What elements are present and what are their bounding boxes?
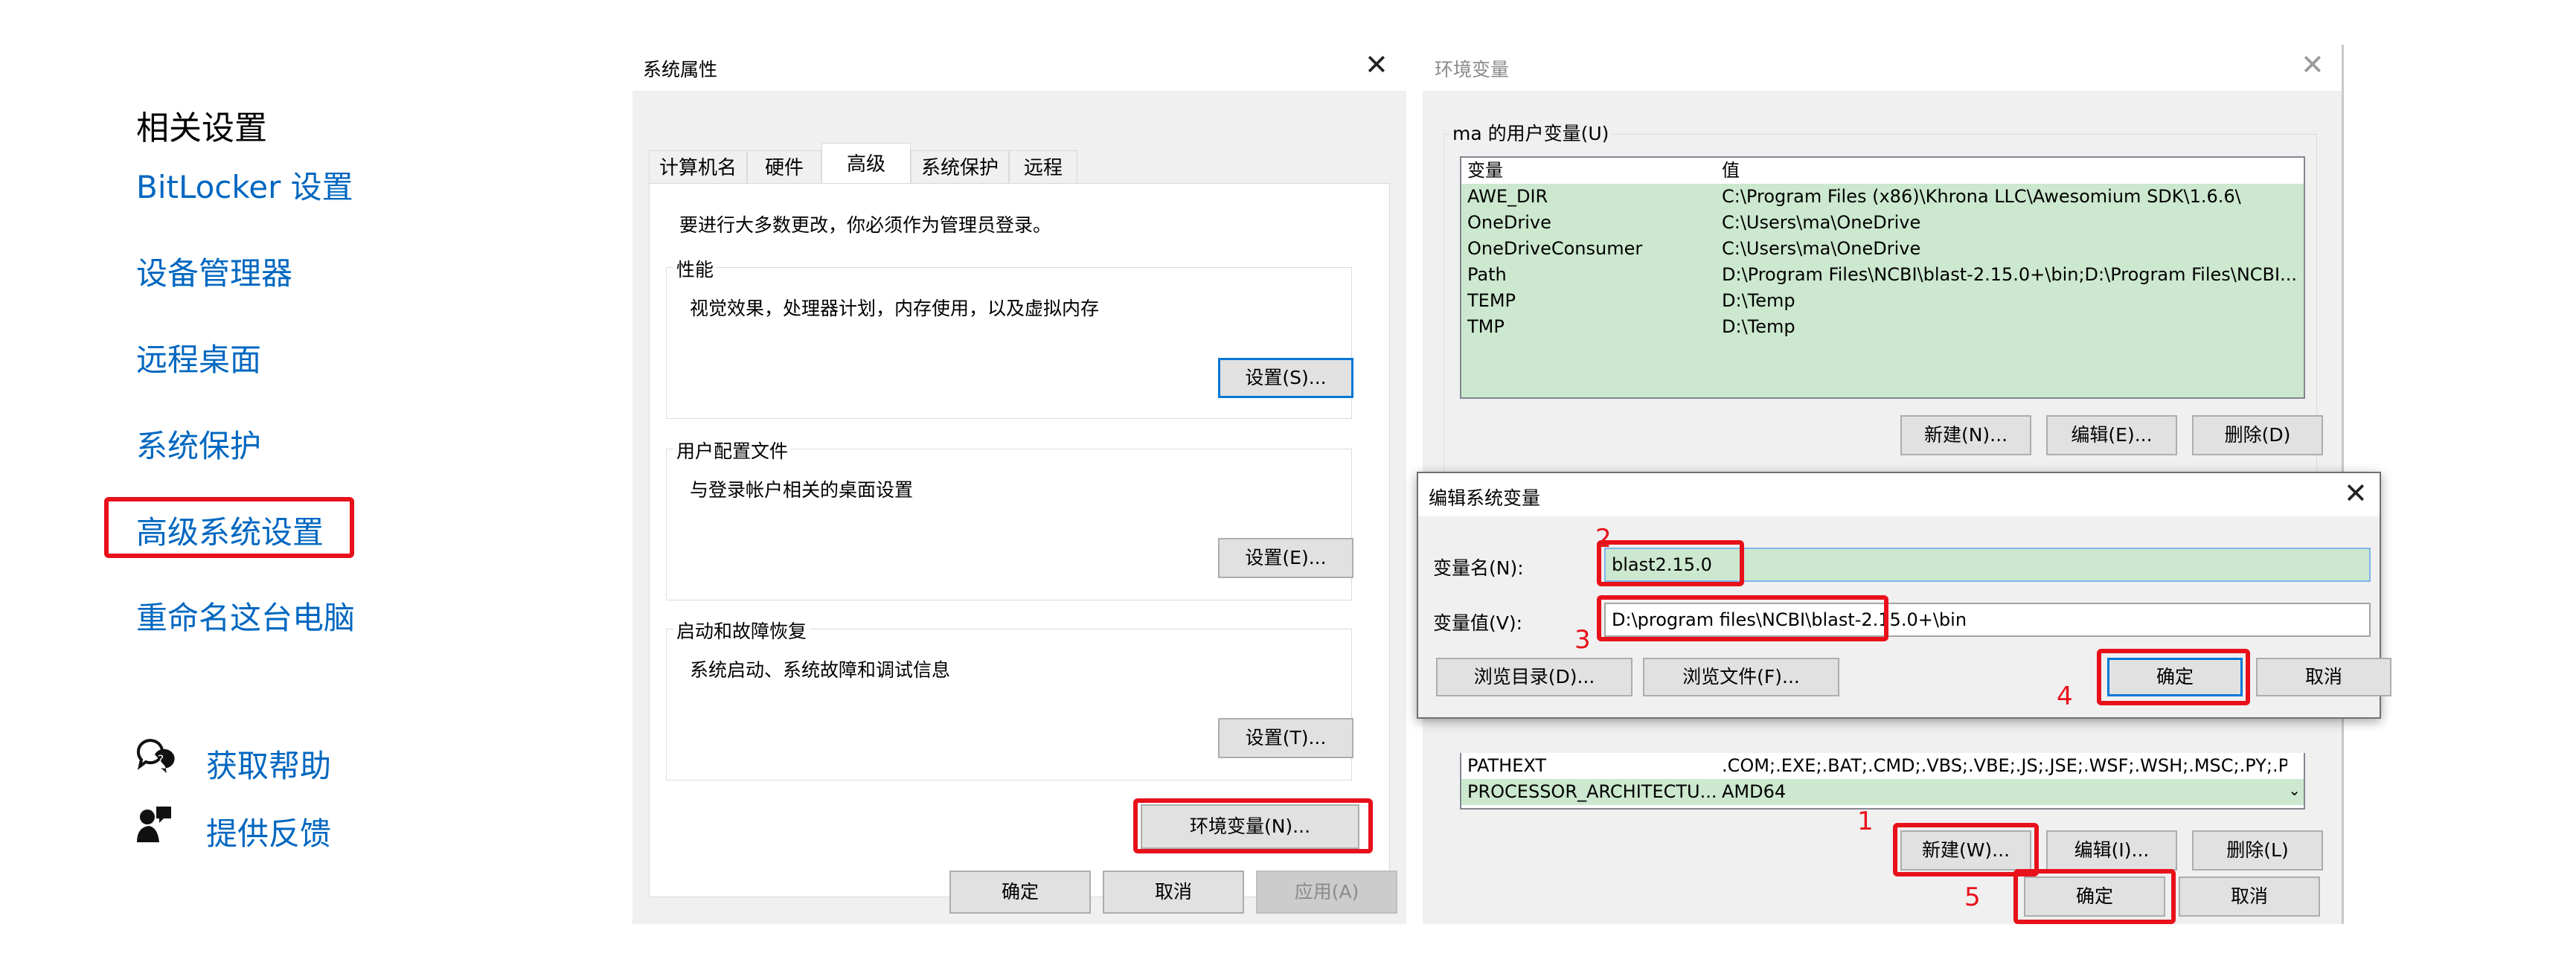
user-vars-list[interactable]: 变量 值 AWE_DIR C:\Program Files (x86)\Khro… (1460, 156, 2305, 399)
list-item[interactable]: PATHEXT .COM;.EXE;.BAT;.CMD;.VBS;.VBE;.J… (1461, 753, 2304, 779)
user-profiles-settings-button[interactable]: 设置(E)... (1218, 538, 1353, 578)
column-header-value[interactable]: 值 (1722, 158, 1740, 184)
highlight-box-name (1597, 540, 1744, 586)
user-profiles-label: 用户配置文件 (673, 437, 792, 464)
bitlocker-settings-link[interactable]: BitLocker 设置 (136, 162, 353, 208)
var-name: OneDriveConsumer (1467, 238, 1643, 259)
system-protection-link[interactable]: 系统保护 (136, 421, 261, 467)
system-properties-title: 系统属性 (643, 59, 718, 80)
var-name: PATHEXT (1467, 755, 1547, 776)
browse-file-button[interactable]: 浏览文件(F)... (1643, 658, 1839, 696)
step-number-4: 4 (2057, 682, 2073, 711)
user-profiles-desc: 与登录帐户相关的桌面设置 (690, 479, 914, 501)
advanced-tab-panel: 要进行大多数更改，你必须作为管理员登录。 性能 视觉效果，处理器计划，内存使用，… (649, 183, 1390, 897)
system-delete-button[interactable]: 删除(L) (2192, 830, 2323, 871)
system-edit-button[interactable]: 编辑(I)... (2046, 830, 2177, 871)
remote-desktop-link[interactable]: 远程桌面 (136, 335, 261, 380)
tab-remote[interactable]: 远程 (1009, 150, 1077, 185)
variable-name-label: 变量名(N): (1433, 557, 1524, 579)
var-name: PROCESSOR_ARCHITECTU... (1467, 781, 1717, 802)
svg-text:?: ? (158, 752, 164, 766)
edit-cancel-button[interactable]: 取消 (2256, 658, 2391, 696)
var-value: C:\Program Files (x86)\Khrona LLC\Awesom… (1722, 186, 2241, 207)
close-icon[interactable]: ✕ (1365, 51, 1388, 79)
system-vars-list[interactable]: PATHEXT .COM;.EXE;.BAT;.CMD;.VBS;.VBE;.J… (1460, 753, 2305, 810)
user-edit-button[interactable]: 编辑(E)... (2046, 415, 2177, 455)
env-dialog-title: 环境变量 (1435, 59, 1510, 80)
highlight-box-value (1597, 595, 1888, 641)
list-item[interactable]: TMP D:\Temp (1461, 314, 2304, 340)
device-manager-link[interactable]: 设备管理器 (136, 249, 292, 294)
edit-dialog-title: 编辑系统变量 (1429, 487, 1541, 509)
system-properties-dialog: 系统属性 ✕ 计算机名 硬件 高级 系统保护 远程 要进行大多数更改，你必须作为… (632, 45, 1406, 924)
step-number-3: 3 (1574, 625, 1591, 655)
var-value: C:\Users\ma\OneDrive (1722, 212, 1921, 233)
apply-button[interactable]: 应用(A) (1256, 871, 1397, 914)
highlight-box-env-vars (1133, 798, 1373, 853)
var-value: D:\Temp (1722, 316, 1795, 337)
list-item[interactable]: Path D:\Program Files\NCBI\blast-2.15.0+… (1461, 262, 2304, 288)
highlight-box-env-ok (2013, 869, 2176, 924)
var-name: AWE_DIR (1467, 186, 1548, 207)
var-name: TMP (1467, 316, 1505, 337)
step-number-2: 2 (1595, 524, 1612, 554)
tab-hardware[interactable]: 硬件 (747, 150, 821, 185)
related-settings-heading: 相关设置 (136, 109, 267, 147)
close-icon[interactable]: ✕ (2344, 479, 2368, 507)
var-value: .COM;.EXE;.BAT;.CMD;.VBS;.VBE;.JS;.JSE;.… (1722, 755, 2287, 776)
var-value: AMD64 (1722, 781, 1787, 802)
startup-recovery-desc: 系统启动、系统故障和调试信息 (690, 659, 951, 681)
column-header-variable[interactable]: 变量 (1467, 158, 1503, 184)
var-name: OneDrive (1467, 212, 1551, 233)
var-value: C:\Users\ma\OneDrive (1722, 238, 1921, 259)
list-item[interactable]: AWE_DIR C:\Program Files (x86)\Khrona LL… (1461, 184, 2304, 210)
var-name: TEMP (1467, 290, 1516, 311)
user-new-button[interactable]: 新建(N)... (1900, 415, 2031, 455)
user-delete-button[interactable]: 删除(D) (2192, 415, 2323, 455)
tab-system-protection[interactable]: 系统保护 (911, 150, 1009, 185)
variable-value-label: 变量值(V): (1433, 612, 1523, 634)
highlight-box-edit-ok (2097, 649, 2250, 705)
performance-desc: 视觉效果，处理器计划，内存使用，以及虚拟内存 (690, 298, 1100, 319)
startup-settings-button[interactable]: 设置(T)... (1218, 718, 1353, 758)
step-number-1: 1 (1857, 807, 1874, 836)
performance-settings-button[interactable]: 设置(S)... (1218, 358, 1353, 398)
var-name: Path (1467, 264, 1507, 285)
edit-dialog-titlebar (1418, 473, 2380, 516)
rename-pc-link[interactable]: 重命名这台电脑 (136, 593, 355, 638)
help-icon: ? (134, 737, 176, 775)
chevron-down-icon[interactable]: ⌄ (2288, 781, 2301, 799)
list-item[interactable]: PROCESSOR_ARCHITECTU... AMD64 (1461, 779, 2304, 805)
var-value: D:\Temp (1722, 290, 1795, 311)
advanced-system-settings-link[interactable]: 高级系统设置 (136, 507, 324, 553)
ok-button[interactable]: 确定 (949, 871, 1091, 914)
var-value: D:\Program Files\NCBI\blast-2.15.0+\bin;… (1722, 264, 2297, 285)
close-icon[interactable]: ✕ (2301, 51, 2325, 79)
step-number-5: 5 (1964, 882, 1981, 912)
startup-recovery-label: 启动和故障恢复 (673, 617, 810, 644)
tab-advanced[interactable]: 高级 (821, 143, 911, 185)
feedback-icon (135, 805, 173, 844)
list-item[interactable]: OneDrive C:\Users\ma\OneDrive (1461, 210, 2304, 236)
admin-note: 要进行大多数更改，你必须作为管理员登录。 (679, 214, 1052, 236)
list-item[interactable]: TEMP D:\Temp (1461, 288, 2304, 314)
give-feedback-link[interactable]: 提供反馈 (206, 809, 331, 854)
edit-system-variable-dialog: 编辑系统变量 ✕ 变量名(N): blast2.15.0 变量值(V): D:\… (1417, 472, 2391, 719)
tab-computer-name[interactable]: 计算机名 (649, 150, 747, 185)
list-item[interactable]: OneDriveConsumer C:\Users\ma\OneDrive (1461, 236, 2304, 262)
performance-label: 性能 (673, 255, 717, 282)
list-header: 变量 值 (1461, 158, 2304, 184)
browse-directory-button[interactable]: 浏览目录(D)... (1436, 658, 1633, 696)
system-properties-body: 计算机名 硬件 高级 系统保护 远程 要进行大多数更改，你必须作为管理员登录。 … (632, 91, 1406, 924)
env-cancel-button[interactable]: 取消 (2179, 876, 2320, 917)
user-vars-label: ma 的用户变量(U) (1449, 119, 1612, 146)
cancel-button[interactable]: 取消 (1103, 871, 1244, 914)
get-help-link[interactable]: 获取帮助 (206, 741, 331, 786)
